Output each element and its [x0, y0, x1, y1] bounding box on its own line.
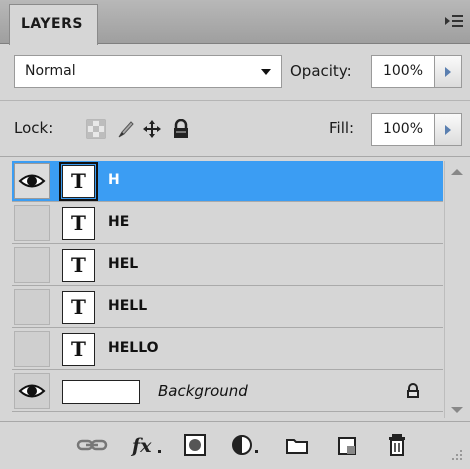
- fill-slider-button[interactable]: [435, 113, 462, 146]
- lock-label: Lock:: [14, 119, 54, 137]
- layer-name[interactable]: HELL: [108, 298, 147, 314]
- layer-row[interactable]: T HE: [12, 203, 443, 244]
- visibility-toggle[interactable]: [14, 331, 50, 367]
- layer-row[interactable]: T HELLO: [12, 329, 443, 370]
- opacity-input[interactable]: 100%: [371, 55, 435, 88]
- svg-text:fx: fx: [130, 435, 152, 457]
- tab-layers[interactable]: LAYERS: [9, 4, 98, 45]
- lock-icon: [407, 383, 419, 398]
- text-layer-thumbnail: T: [62, 333, 95, 366]
- link-layers-icon[interactable]: [76, 432, 108, 458]
- background-thumbnail: [62, 380, 140, 404]
- layer-name[interactable]: Background: [158, 382, 248, 400]
- add-mask-icon[interactable]: [182, 432, 208, 458]
- layer-row[interactable]: T H: [12, 161, 443, 202]
- lock-all-icon[interactable]: [171, 119, 191, 139]
- text-layer-thumbnail: T: [62, 291, 95, 324]
- layer-row[interactable]: T HEL: [12, 245, 443, 286]
- opacity-label: Opacity:: [290, 62, 352, 80]
- visibility-toggle[interactable]: [14, 205, 50, 241]
- layers-footer-toolbar: fx: [0, 421, 470, 469]
- new-layer-icon[interactable]: [334, 432, 360, 458]
- scroll-down-icon[interactable]: [451, 407, 463, 413]
- resize-grip-icon[interactable]: [444, 442, 466, 464]
- fx-icon[interactable]: fx: [130, 432, 164, 458]
- scroll-up-icon[interactable]: [451, 169, 463, 175]
- adjustment-layer-icon[interactable]: [230, 432, 260, 458]
- eye-icon: [18, 174, 46, 188]
- visibility-toggle[interactable]: [14, 247, 50, 283]
- lock-transparency-icon[interactable]: [86, 119, 106, 139]
- chevron-down-icon: [261, 69, 271, 75]
- lock-position-icon[interactable]: [142, 119, 162, 139]
- panel-tab-bar: LAYERS: [0, 0, 470, 45]
- layers-list: T H T HE T HEL T HELL T HELLO Background: [12, 161, 443, 414]
- panel-menu-icon[interactable]: [444, 12, 464, 30]
- lock-pixels-icon[interactable]: [116, 119, 136, 139]
- text-layer-thumbnail: T: [62, 249, 95, 282]
- layer-row-background[interactable]: Background: [12, 371, 443, 412]
- layer-row[interactable]: T HELL: [12, 287, 443, 328]
- layer-name[interactable]: H: [108, 172, 120, 188]
- text-layer-thumbnail: T: [59, 162, 98, 201]
- new-group-icon[interactable]: [284, 432, 310, 458]
- opacity-slider-button[interactable]: [435, 55, 462, 88]
- fill-input[interactable]: 100%: [371, 113, 435, 146]
- lock-fill-row: Lock: Fill: 100%: [0, 102, 470, 157]
- visibility-toggle[interactable]: [14, 373, 50, 409]
- text-layer-thumbnail: T: [62, 207, 95, 240]
- blend-mode-value: Normal: [25, 63, 76, 79]
- visibility-toggle[interactable]: [14, 289, 50, 325]
- layer-name[interactable]: HE: [108, 214, 129, 230]
- fill-label: Fill:: [329, 119, 355, 137]
- blend-mode-select[interactable]: Normal: [14, 55, 282, 88]
- visibility-toggle[interactable]: [14, 163, 50, 199]
- layers-scrollbar[interactable]: [444, 161, 468, 418]
- eye-icon: [18, 384, 46, 398]
- trash-icon[interactable]: [384, 432, 410, 458]
- layer-name[interactable]: HELLO: [108, 340, 159, 356]
- layer-name[interactable]: HEL: [108, 256, 138, 272]
- blend-opacity-row: Normal Opacity: 100%: [0, 45, 470, 101]
